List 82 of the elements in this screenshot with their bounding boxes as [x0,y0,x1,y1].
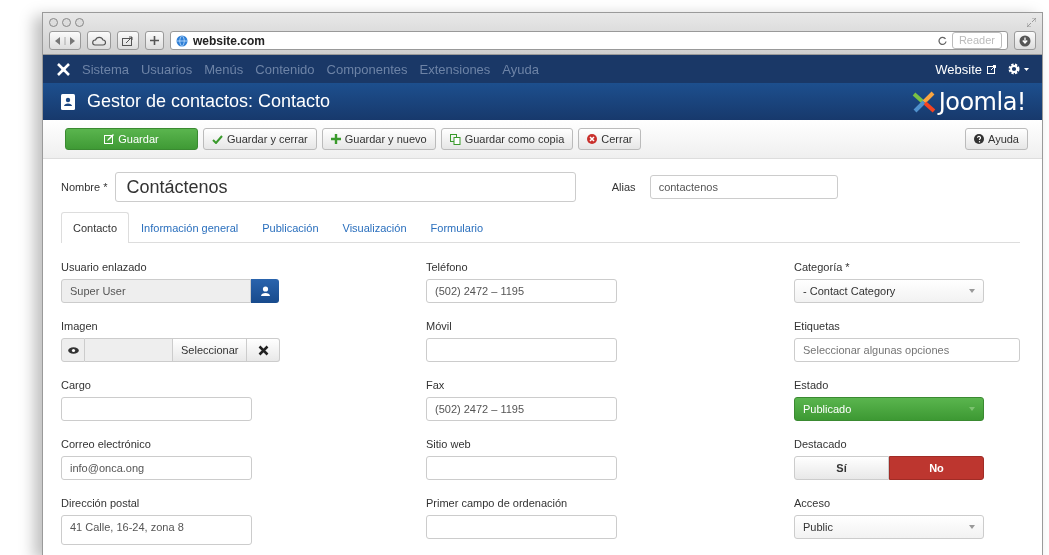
close-icon [258,344,269,356]
toggle-option[interactable]: No [889,456,984,480]
text-field[interactable]: info@onca.ong [61,456,252,480]
caret-icon [969,525,975,529]
select-button[interactable]: Seleccionar [172,338,248,362]
field-label: Primer campo de ordenación [426,497,568,509]
field-label: Nombre * [61,181,108,193]
caret-icon [969,407,975,411]
joomla-menu-icon[interactable] [57,62,70,76]
field-label: Etiquetas [794,320,840,332]
globe-icon [176,34,188,47]
address-bar[interactable]: website.com Reader [170,31,1008,50]
eye-icon [67,346,79,354]
close-icon [587,134,598,144]
caret-icon [969,289,975,293]
field-label: Acceso [794,497,831,509]
downloads-button[interactable] [1014,31,1036,50]
help-button[interactable]: Ayuda [965,128,1028,150]
field-label: Teléfono [426,261,468,273]
text-field[interactable]: (502) 2472 – 1195 [426,397,617,421]
field-label: Usuario enlazado [61,261,147,273]
page-title: Gestor de contactos: Contacto [87,91,331,112]
download-icon [1019,34,1031,47]
plus-icon [150,36,159,45]
toolbar-button[interactable]: Cerrar [578,128,642,150]
cloud-button[interactable] [87,31,111,50]
joomla-logo: Joomla! [910,87,1026,116]
toolbar-button[interactable]: Guardar y cerrar [203,128,317,150]
check-icon [212,134,223,144]
tab[interactable]: Visualización [330,212,419,242]
textarea-field[interactable]: 41 Calle, 16-24, zona 8 [61,515,252,545]
user-field: Super User [61,279,251,303]
contact-card-icon [61,93,75,110]
toggle-option[interactable]: Sí [794,456,889,480]
settings-icon[interactable] [1008,63,1030,75]
arrows-icon [54,36,76,45]
tags-field[interactable]: Seleccionar algunas opciones [794,338,1020,362]
toolbar-button[interactable]: Guardar y nuevo [321,128,436,150]
clear-button[interactable] [247,338,281,362]
field-label: Móvil [426,320,452,332]
name-field[interactable]: Contáctenos [115,172,576,202]
tab[interactable]: Publicación [250,212,331,242]
field-label: Alias [611,181,636,193]
image-path-field[interactable] [85,338,172,362]
alias-field[interactable]: contactenos [649,175,838,199]
new-tab-button[interactable] [145,31,164,50]
plus-icon [330,134,341,144]
field-label: Estado [794,379,829,391]
tab[interactable]: Formulario [418,212,496,242]
field-label: Correo electrónico [61,438,151,450]
url-text: website.com [193,33,267,48]
select-user-button[interactable] [251,279,279,303]
external-link-icon [987,64,996,74]
back-forward-button[interactable] [49,31,81,50]
field-label: Dirección postal [61,497,140,509]
reload-icon[interactable] [937,36,947,45]
user-icon [260,286,270,296]
copy-icon [449,133,461,145]
preview-button[interactable] [61,338,85,362]
field-label: Categoría * [794,261,850,273]
field-label: Imagen [61,320,98,332]
website-link[interactable]: Website [935,61,996,77]
toolbar-button[interactable]: Guardar como copia [440,128,574,150]
select-field[interactable]: - Contact Category [794,279,984,303]
cloud-icon [92,35,106,46]
tab[interactable]: Contacto [61,212,130,243]
help-icon [974,134,984,144]
tab[interactable]: Información general [129,212,251,242]
field-label: Destacado [794,438,847,450]
share-button[interactable] [117,31,139,50]
field-label: Fax [426,379,445,391]
text-field[interactable] [426,456,617,480]
field-label: Sitio web [426,438,471,450]
text-field[interactable] [426,338,617,362]
text-field[interactable] [61,397,252,421]
text-field[interactable] [426,515,617,539]
share-icon [122,35,134,46]
logo-icon [910,89,937,114]
edit-icon [104,134,115,144]
select-field[interactable]: Public [794,515,984,539]
text-field[interactable]: (502) 2472 – 1195 [426,279,617,303]
field-label: Cargo [61,379,91,391]
